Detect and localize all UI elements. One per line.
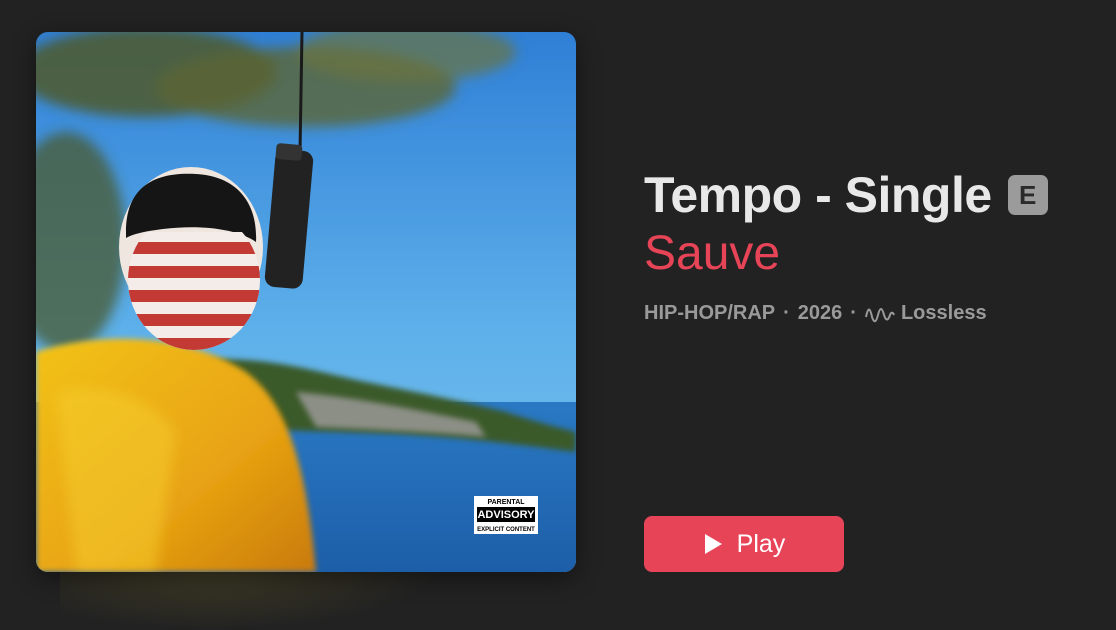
meta-separator: · [850,302,857,324]
artist-link[interactable]: Sauve [644,226,780,281]
play-button[interactable]: Play [644,516,844,572]
year-label: 2026 [797,302,843,324]
album-meta: HIP-HOP/RAP · 2026 · Lossless [644,302,987,325]
album-title: Tempo - Single [644,167,992,223]
play-icon [704,534,722,554]
play-label: Play [736,529,786,558]
svg-text:PARENTAL: PARENTAL [487,499,525,506]
parental-advisory-label: PARENTAL ADVISORY EXPLICIT CONTENT [474,496,538,534]
album-artwork[interactable]: PARENTAL ADVISORY EXPLICIT CONTENT [36,32,576,572]
lossless-icon [864,307,895,322]
explicit-badge: E [1007,175,1048,215]
title-row: Tempo - Single E [644,166,1048,224]
lossless-label: Lossless [900,302,987,324]
genre-label: HIP-HOP/RAP [644,302,776,324]
meta-separator: · [783,302,790,324]
svg-text:EXPLICIT CONTENT: EXPLICIT CONTENT [477,527,535,533]
album-artwork-image: PARENTAL ADVISORY EXPLICIT CONTENT [36,32,576,572]
svg-text:ADVISORY: ADVISORY [477,509,535,521]
